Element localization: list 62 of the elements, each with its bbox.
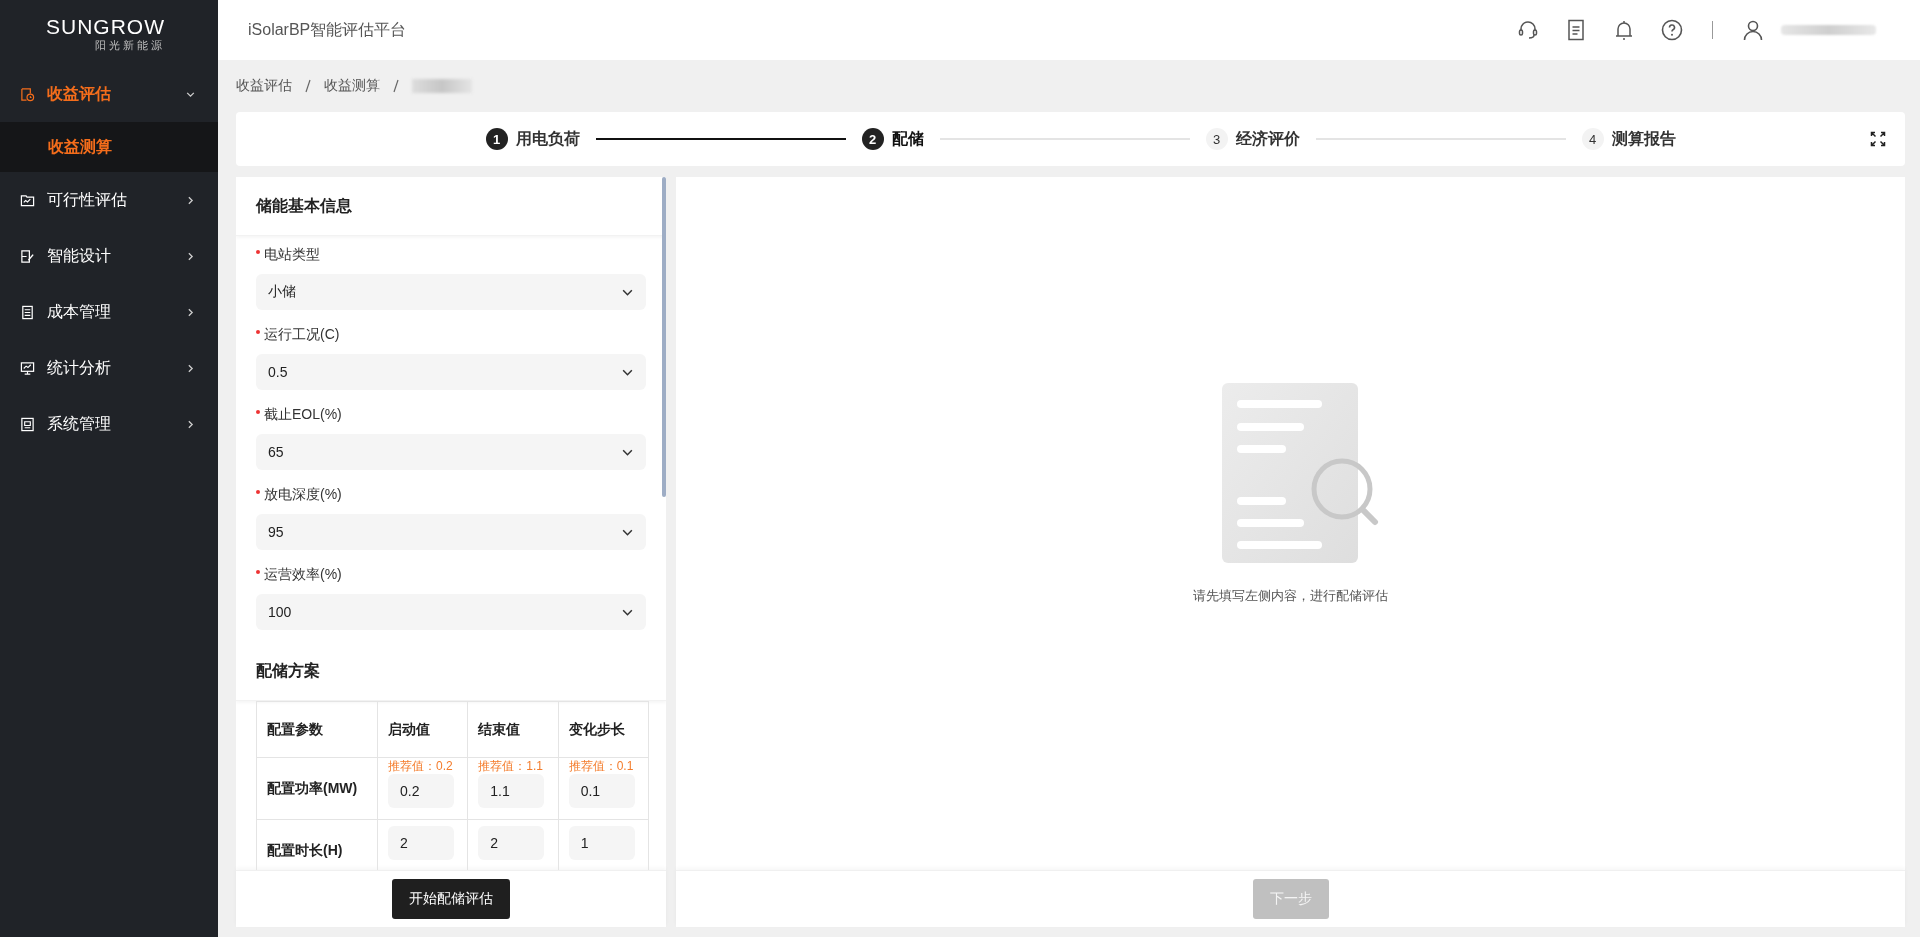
step-number: 3 bbox=[1205, 128, 1228, 150]
field-label: 截止EOL(%) bbox=[264, 406, 342, 424]
recommended-value: 推荐值：0.2 bbox=[388, 758, 454, 774]
table-row-header: 配置时长(H) bbox=[256, 819, 378, 870]
number-input[interactable]: 2 bbox=[388, 826, 454, 860]
number-input[interactable]: 1.1 bbox=[478, 774, 545, 808]
select-field[interactable]: 小储 bbox=[256, 274, 646, 310]
table-header-cell: 配置参数 bbox=[256, 701, 378, 758]
empty-state-message: 请先填写左侧内容，进行配储评估 bbox=[1193, 586, 1388, 605]
monitor-chart-icon bbox=[20, 360, 35, 376]
table-header-cell: 结束值 bbox=[467, 701, 559, 758]
select-field[interactable]: 95 bbox=[256, 514, 646, 550]
user-avatar-icon[interactable] bbox=[1741, 18, 1765, 42]
sidebar-item[interactable]: 收益评估 bbox=[0, 66, 218, 122]
help-icon[interactable] bbox=[1660, 18, 1684, 42]
window-icon bbox=[20, 416, 35, 432]
section-title: 储能基本信息 bbox=[256, 195, 352, 216]
step-label[interactable]: 经济评价 bbox=[1235, 128, 1300, 150]
sidebar-item[interactable]: 成本管理 bbox=[0, 284, 218, 340]
select-field[interactable]: 100 bbox=[256, 594, 646, 630]
sidebar-item[interactable]: 系统管理 bbox=[0, 396, 218, 452]
table-header-cell: 变化步长 bbox=[558, 701, 649, 758]
sidebar-item[interactable]: 可行性评估 bbox=[0, 172, 218, 228]
section-title: 配储方案 bbox=[256, 660, 320, 681]
recommended-value: 推荐值：0.1 bbox=[568, 758, 635, 774]
fullscreen-icon[interactable] bbox=[1870, 131, 1886, 147]
field-label: 电站类型 bbox=[264, 246, 320, 264]
headset-icon[interactable] bbox=[1516, 18, 1540, 42]
step-number: 4 bbox=[1581, 128, 1604, 150]
sidebar-item[interactable]: 统计分析 bbox=[0, 340, 218, 396]
number-input[interactable]: 0.1 bbox=[568, 774, 635, 808]
breadcrumb-link[interactable]: 收益评估 bbox=[236, 77, 292, 95]
number-input[interactable]: 2 bbox=[478, 826, 545, 860]
breadcrumb-link[interactable]: 收益测算 bbox=[324, 77, 380, 95]
sungrow-logo: SUNGROW 阳光新能源 bbox=[45, 16, 165, 53]
field-label: 运行工况(C) bbox=[264, 326, 340, 344]
app-title: iSolarBP智能评估平台 bbox=[248, 19, 408, 40]
field-label: 运营效率(%) bbox=[264, 566, 342, 584]
breadcrumb-separator-icon bbox=[392, 79, 400, 93]
table-row-header: 配置功率(MW) bbox=[256, 757, 378, 820]
clock-document-icon bbox=[20, 86, 35, 102]
table-header-cell: 启动值 bbox=[377, 701, 468, 758]
number-input[interactable]: 1 bbox=[568, 826, 635, 860]
step-label[interactable]: 测算报告 bbox=[1611, 128, 1676, 150]
folder-chart-icon bbox=[20, 192, 35, 208]
recommended-value: 推荐值：1.1 bbox=[478, 758, 544, 774]
sidebar-subitem[interactable]: 收益测算 bbox=[0, 122, 218, 172]
scrollbar[interactable] bbox=[662, 177, 666, 497]
field-label: 放电深度(%) bbox=[264, 486, 342, 504]
number-input[interactable]: 0.2 bbox=[388, 774, 454, 808]
step-label[interactable]: 用电负荷 bbox=[515, 128, 580, 150]
sidebar-item[interactable]: 智能设计 bbox=[0, 228, 218, 284]
document-icon bbox=[20, 304, 35, 320]
blurred-breadcrumb bbox=[412, 79, 472, 93]
start-evaluation-button[interactable]: 开始配储评估 bbox=[392, 879, 510, 919]
select-field[interactable]: 0.5 bbox=[256, 354, 646, 390]
select-field[interactable]: 65 bbox=[256, 434, 646, 470]
step-number: 2 bbox=[861, 128, 884, 150]
breadcrumb-separator-icon bbox=[304, 79, 312, 93]
edit-document-icon bbox=[20, 248, 35, 264]
step-label[interactable]: 配储 bbox=[891, 128, 924, 150]
step-number: 1 bbox=[485, 128, 508, 150]
